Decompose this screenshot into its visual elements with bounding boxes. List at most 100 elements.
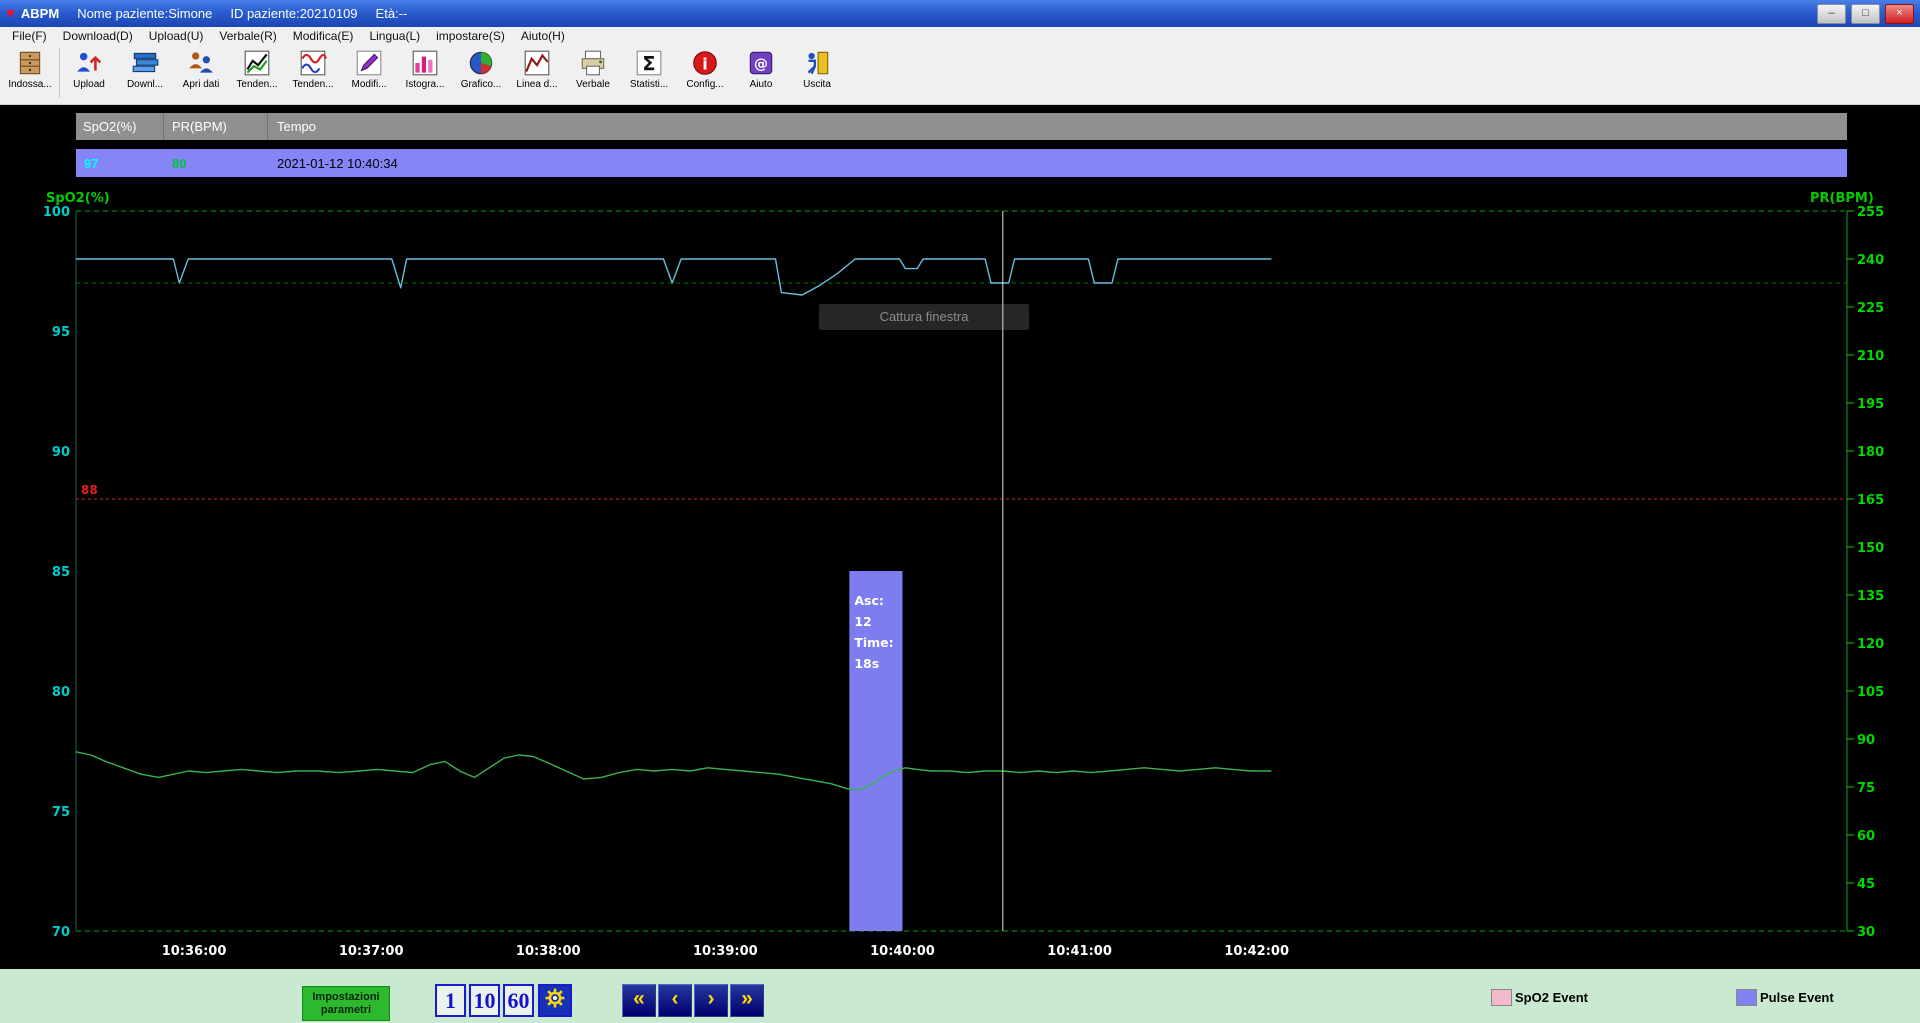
toolbar-button-uscita[interactable]: Uscita <box>789 46 845 104</box>
toolbar-button-statistica[interactable]: Σ Statisti... <box>621 46 677 104</box>
toolbar-button-upload[interactable]: Upload <box>61 46 117 104</box>
toolbar-button-istogramma[interactable]: Istogra... <box>397 46 453 104</box>
interval-10-button[interactable]: 10 <box>469 984 500 1017</box>
line-chart-icon <box>522 48 552 78</box>
toolbar-label: Verbale <box>576 79 610 90</box>
pulse-event-label: Pulse Event <box>1760 990 1834 1005</box>
download-icon <box>130 48 160 78</box>
selected-reading-row[interactable]: 97 80 2021-01-12 10:40:34 <box>76 149 1847 177</box>
x-axis-tick-label: 10:38:00 <box>516 944 581 959</box>
trend-table-icon <box>242 48 272 78</box>
wear-device-icon <box>15 48 45 78</box>
title-bar: ♥ ABPM Nome paziente:Simone ID paziente:… <box>0 0 1920 27</box>
menu-impostare[interactable]: impostare(S) <box>428 27 513 45</box>
series-spo2-line <box>76 258 1272 296</box>
menu-verbale[interactable]: Verbale(R) <box>211 27 284 45</box>
toolbar-button-tendenza-1[interactable]: Tenden... <box>229 46 285 104</box>
col-header-tempo: Tempo <box>277 119 317 134</box>
minimize-button[interactable]: – <box>1817 3 1846 24</box>
menu-bar: File(F) Download(D) Upload(U) Verbale(R)… <box>0 27 1920 45</box>
menu-aiuto[interactable]: Aiuto(H) <box>513 27 573 45</box>
toolbar-button-aiuto[interactable]: @ Aiuto <box>733 46 789 104</box>
toolbar-button-download[interactable]: Downl... <box>117 46 173 104</box>
spo2-event-legend: SpO2 Event <box>1491 989 1588 1006</box>
gear-icon <box>543 986 567 1015</box>
step-backward-button[interactable]: ‹ <box>658 984 692 1017</box>
patient-name: Nome paziente:Simone <box>77 6 213 21</box>
toolbar-label: Indossa... <box>8 79 52 90</box>
fast-backward-button[interactable]: « <box>622 984 656 1017</box>
right-axis-tick-label: 195 <box>1857 397 1884 412</box>
toolbar: Indossa... Upload Downl... Apri dati Ten… <box>0 45 1920 105</box>
footer-bar: Impostazioni parametri 1 10 60 « ‹ › » S… <box>0 969 1920 1023</box>
right-axis-tick-label: 225 <box>1857 301 1884 316</box>
open-data-icon <box>186 48 216 78</box>
main-chart-area: 88 Asc: 12 Time: 18s 100 95 90 85 80 75 70 255 240 225… <box>0 105 1920 969</box>
spo2-event-swatch <box>1491 989 1512 1006</box>
x-axis-tick-label: 10:40:00 <box>870 944 935 959</box>
pulse-event-bar-text: Asc: <box>854 593 884 608</box>
interval-60-button[interactable]: 60 <box>503 984 534 1017</box>
menu-lingua[interactable]: Lingua(L) <box>361 27 428 45</box>
right-axis-tick-label: 165 <box>1857 493 1884 508</box>
exit-icon <box>802 48 832 78</box>
close-button[interactable]: × <box>1885 3 1914 24</box>
step-forward-button[interactable]: › <box>694 984 728 1017</box>
capture-window-tooltip: Cattura finestra <box>819 304 1029 330</box>
col-header-spo2: SpO2(%) <box>76 113 164 140</box>
toolbar-button-config[interactable]: i Config... <box>677 46 733 104</box>
right-axis-tick-label: 30 <box>1857 925 1875 940</box>
refresh-settings-button[interactable] <box>538 984 572 1017</box>
menu-modifica[interactable]: Modifica(E) <box>285 27 362 45</box>
col-header-pr: PR(BPM) <box>164 113 268 140</box>
parameter-settings-button[interactable]: Impostazioni parametri <box>302 986 390 1021</box>
toolbar-label: Modifi... <box>351 79 387 90</box>
interval-button-group: 1 10 60 <box>435 984 534 1017</box>
upload-icon <box>74 48 104 78</box>
x-axis-tick-label: 10:37:00 <box>339 944 404 959</box>
trend-chart[interactable]: 88 Asc: 12 Time: 18s 100 95 90 85 80 75 70 255 240 225… <box>0 105 1920 969</box>
menu-download[interactable]: Download(D) <box>55 27 141 45</box>
toolbar-label: Statisti... <box>629 79 669 90</box>
toolbar-divider <box>59 48 60 98</box>
right-axis-tick-label: 60 <box>1857 829 1875 844</box>
right-axis-tick-label: 90 <box>1857 733 1875 748</box>
left-axis-tick-label: 70 <box>52 925 70 940</box>
pulse-event-bar-text: 18s <box>854 656 879 671</box>
toolbar-button-indossa[interactable]: Indossa... <box>2 46 58 104</box>
maximize-button[interactable]: □ <box>1851 3 1880 24</box>
trend-graph-icon <box>298 48 328 78</box>
left-axis-tick-label: 100 <box>43 205 70 220</box>
series-pr-line <box>75 751 1272 791</box>
toolbar-button-verbale[interactable]: Verbale <box>565 46 621 104</box>
table-header: SpO2(%) PR(BPM) Tempo <box>76 113 1847 140</box>
toolbar-button-apri-dati[interactable]: Apri dati <box>173 46 229 104</box>
statistics-icon: Σ <box>634 48 664 78</box>
toolbar-button-tendenza-2[interactable]: Tenden... <box>285 46 341 104</box>
menu-file[interactable]: File(F) <box>4 27 55 45</box>
row-pr-value: 80 <box>172 155 187 171</box>
right-axis-tick-label: 105 <box>1857 685 1884 700</box>
x-axis-tick-label: 10:36:00 <box>162 944 227 959</box>
left-axis-tick-label: 85 <box>52 565 70 580</box>
fast-forward-button[interactable]: » <box>730 984 764 1017</box>
toolbar-button-linea[interactable]: Linea d... <box>509 46 565 104</box>
toolbar-button-grafico[interactable]: Grafico... <box>453 46 509 104</box>
alarm-threshold-label: 88 <box>81 483 98 497</box>
toolbar-label: Linea d... <box>516 79 558 90</box>
right-axis-tick-label: 255 <box>1857 205 1884 220</box>
toolbar-button-modifica[interactable]: Modifi... <box>341 46 397 104</box>
toolbar-label: Istogra... <box>405 79 445 90</box>
window-controls: – □ × <box>1817 3 1914 24</box>
patient-age: Età:-- <box>375 6 408 21</box>
right-axis-tick-label: 120 <box>1857 637 1884 652</box>
toolbar-label: Uscita <box>803 79 831 90</box>
interval-1-button[interactable]: 1 <box>435 984 466 1017</box>
row-time-value: 2021-01-12 10:40:34 <box>277 155 398 171</box>
pulse-event-swatch <box>1736 989 1757 1006</box>
menu-upload[interactable]: Upload(U) <box>141 27 212 45</box>
parameter-settings-label-2: parametri <box>320 1003 372 1016</box>
toolbar-label: Tenden... <box>292 79 334 90</box>
right-axis-tick-label: 45 <box>1857 877 1875 892</box>
toolbar-label: Apri dati <box>182 79 220 90</box>
